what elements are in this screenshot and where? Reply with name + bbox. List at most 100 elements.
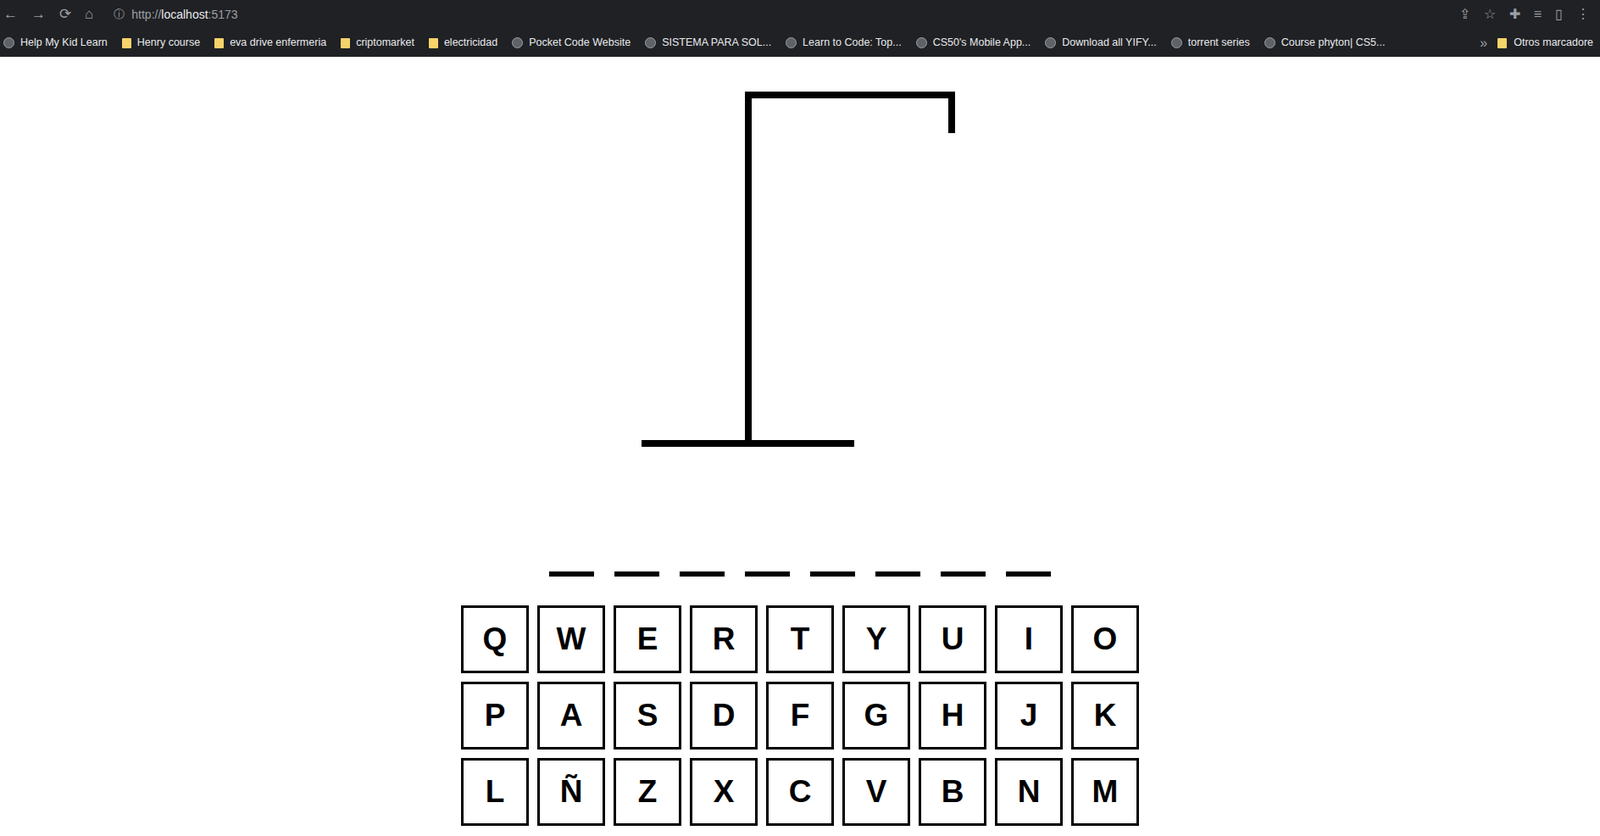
bookmark[interactable]: Download all YIFY... bbox=[1044, 34, 1156, 51]
bookmark-label: Henry course bbox=[137, 34, 200, 51]
folder-icon bbox=[122, 38, 132, 49]
bookmark-label: electricidad bbox=[444, 34, 498, 51]
letter-blank bbox=[614, 571, 660, 577]
folder-icon bbox=[214, 38, 224, 49]
letter-key[interactable]: V bbox=[842, 757, 911, 826]
site-icon bbox=[511, 37, 523, 49]
url-host: localhost bbox=[161, 7, 208, 22]
letter-key[interactable]: C bbox=[766, 757, 834, 826]
bookmark-label: Course phyton| CS5... bbox=[1281, 34, 1386, 51]
bookmark[interactable]: Pocket Code Website bbox=[511, 34, 631, 51]
bookmark[interactable]: criptomarket bbox=[340, 34, 415, 51]
letter-key[interactable]: P bbox=[461, 681, 529, 750]
bookmark[interactable]: Henry course bbox=[122, 34, 200, 51]
bookmark-label: SISTEMA PARA SOL... bbox=[661, 34, 772, 51]
gallows-icon bbox=[588, 84, 1012, 475]
bookmark[interactable]: Course phyton| CS5... bbox=[1264, 34, 1386, 51]
letter-key[interactable]: E bbox=[613, 605, 682, 673]
bookmark[interactable]: SISTEMA PARA SOL... bbox=[644, 34, 772, 51]
letter-key[interactable]: K bbox=[1071, 681, 1139, 750]
letter-blank bbox=[744, 571, 790, 577]
letter-key[interactable]: T bbox=[766, 605, 834, 673]
keyboard-row: PASDFGHJK bbox=[461, 681, 1139, 750]
letter-blank bbox=[875, 571, 921, 577]
reading-list-icon[interactable]: ≡ bbox=[1533, 4, 1542, 25]
site-icon bbox=[916, 37, 928, 49]
letter-key[interactable]: D bbox=[689, 681, 758, 750]
star-icon[interactable]: ☆ bbox=[1483, 4, 1496, 25]
forward-icon[interactable]: → bbox=[31, 3, 46, 26]
url-port: :5173 bbox=[208, 7, 239, 22]
letter-key[interactable]: B bbox=[918, 757, 987, 826]
bookmark[interactable]: Help My Kid Learn bbox=[3, 34, 108, 51]
address-bar[interactable]: ⓘ http://localhost:5173 bbox=[103, 3, 1449, 26]
letter-key[interactable]: Y bbox=[842, 605, 911, 673]
letter-key[interactable]: L bbox=[461, 757, 529, 826]
bookmark[interactable]: CS50's Mobile App... bbox=[916, 34, 1032, 51]
share-icon[interactable]: ⇪ bbox=[1459, 4, 1471, 25]
reload-icon[interactable]: ⟳ bbox=[59, 3, 72, 26]
site-icon bbox=[644, 37, 656, 49]
site-icon bbox=[1264, 37, 1276, 49]
url-scheme: http:// bbox=[131, 7, 162, 22]
folder-icon bbox=[428, 38, 439, 49]
bookmark-label: CS50's Mobile App... bbox=[933, 34, 1032, 51]
back-icon[interactable]: ← bbox=[3, 3, 18, 26]
letter-key[interactable]: Z bbox=[613, 757, 682, 826]
letter-key[interactable]: M bbox=[1071, 757, 1139, 826]
letter-key[interactable]: G bbox=[842, 681, 911, 750]
bookmark-label: Learn to Code: Top... bbox=[802, 34, 902, 51]
extensions-icon[interactable]: ✚ bbox=[1509, 4, 1521, 25]
browser-chrome: ← → ⟳ ⌂ ⓘ http://localhost:5173 ⇪ ☆ ✚ ≡ ▯ ⋮ Help… bbox=[0, 0, 1600, 57]
letter-key[interactable]: A bbox=[537, 681, 606, 750]
letter-blank bbox=[549, 571, 595, 577]
bookmark-label: Download all YIFY... bbox=[1061, 34, 1156, 51]
letter-blank bbox=[810, 571, 856, 577]
bookmark[interactable]: electricidad bbox=[428, 34, 498, 51]
letter-key[interactable]: O bbox=[1071, 605, 1139, 673]
site-icon bbox=[785, 37, 797, 49]
letter-key[interactable]: F bbox=[766, 681, 834, 750]
bookmark-label: eva drive enfermeria bbox=[229, 34, 327, 51]
info-icon[interactable]: ⓘ bbox=[113, 5, 125, 23]
letter-key[interactable]: Q bbox=[461, 605, 529, 673]
letter-blank bbox=[679, 571, 725, 577]
menu-icon[interactable]: ⋮ bbox=[1576, 4, 1590, 25]
letter-blank bbox=[940, 571, 986, 577]
folder-icon bbox=[340, 38, 350, 49]
letter-key[interactable]: R bbox=[689, 605, 758, 673]
site-icon bbox=[3, 37, 15, 49]
bookmark-label: Pocket Code Website bbox=[528, 34, 631, 51]
letter-key[interactable]: U bbox=[918, 605, 987, 673]
bookmark[interactable]: torrent series bbox=[1171, 34, 1250, 51]
folder-icon bbox=[1497, 38, 1507, 49]
letter-key[interactable]: S bbox=[613, 681, 682, 750]
letter-key[interactable]: N bbox=[994, 757, 1063, 826]
letter-key[interactable]: H bbox=[918, 681, 987, 750]
bookmark-label: criptomarket bbox=[355, 34, 415, 51]
hangman-game: QWERTYUIO PASDFGHJK LÑZXCVBNM bbox=[0, 56, 1600, 826]
letter-blank bbox=[1005, 571, 1051, 577]
bookmark-label: Help My Kid Learn bbox=[20, 34, 108, 51]
bookmark[interactable]: Learn to Code: Top... bbox=[785, 34, 902, 51]
gallows bbox=[588, 84, 1012, 475]
keyboard-row: LÑZXCVBNM bbox=[461, 757, 1139, 826]
letter-key[interactable]: Ñ bbox=[537, 757, 606, 826]
site-icon bbox=[1171, 37, 1183, 49]
toolbar: ← → ⟳ ⌂ ⓘ http://localhost:5173 ⇪ ☆ ✚ ≡ ▯ ⋮ bbox=[0, 0, 1600, 29]
other-bookmarks[interactable]: Otros marcadore bbox=[1497, 34, 1594, 51]
word bbox=[549, 571, 1051, 577]
letter-key[interactable]: X bbox=[689, 757, 758, 826]
bookmark-label: torrent series bbox=[1188, 34, 1250, 51]
keyboard-row: QWERTYUIO bbox=[461, 605, 1139, 673]
site-icon bbox=[1044, 37, 1056, 49]
letter-key[interactable]: I bbox=[994, 605, 1063, 673]
bookmark[interactable]: eva drive enfermeria bbox=[214, 34, 327, 51]
side-panel-icon[interactable]: ▯ bbox=[1555, 4, 1563, 25]
letter-key[interactable]: J bbox=[994, 681, 1063, 750]
letter-key[interactable]: W bbox=[537, 605, 606, 673]
bookmarks-bar: Help My Kid Learn Henry course eva drive e… bbox=[0, 28, 1600, 57]
keyboard: QWERTYUIO PASDFGHJK LÑZXCVBNM bbox=[461, 605, 1139, 826]
home-icon[interactable]: ⌂ bbox=[84, 3, 94, 26]
more-bookmarks[interactable]: » bbox=[1479, 33, 1488, 54]
